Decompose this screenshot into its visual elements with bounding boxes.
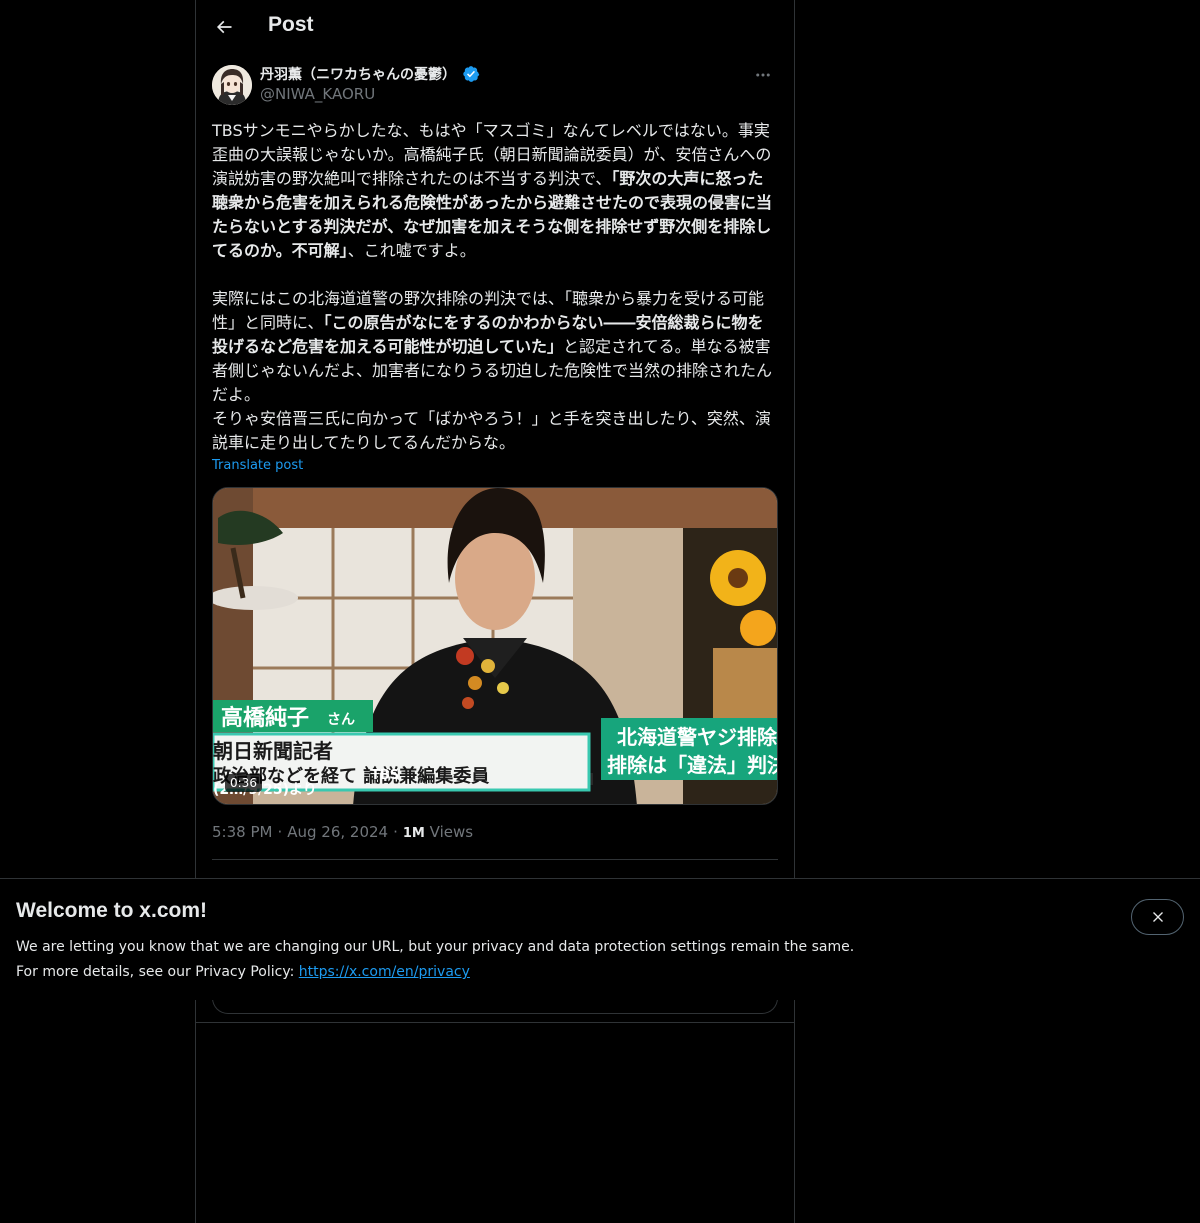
- banner-body: We are letting you know that we are chan…: [16, 935, 854, 985]
- video-caption-name: 高橋純子: [221, 705, 309, 731]
- more-options-button[interactable]: [748, 64, 778, 86]
- meta-separator: ·: [277, 823, 283, 841]
- author-name-text: 丹羽薫（ニワカちゃんの憂鬱）: [260, 67, 456, 83]
- page-title: Post: [268, 13, 314, 36]
- post-date[interactable]: Aug 26, 2024: [287, 823, 388, 841]
- author-display-name[interactable]: 丹羽薫（ニワカちゃんの憂鬱）: [260, 64, 480, 84]
- views-count: 1M: [402, 826, 425, 841]
- banner-line2-prefix: For more details, see our Privacy Policy…: [16, 964, 299, 980]
- author-handle[interactable]: @NIWA_KAORU: [260, 85, 375, 103]
- video-duration: 0:36: [225, 774, 262, 792]
- post-time[interactable]: 5:38 PM: [212, 823, 272, 841]
- meta-separator: ·: [393, 823, 398, 841]
- divider: [212, 859, 778, 860]
- post-meta: 5:38 PM · Aug 26, 2024 · 1M Views: [212, 823, 473, 841]
- post-author: 丹羽薫（ニワカちゃんの憂鬱） @NIWA_KAORU: [212, 64, 778, 108]
- video-headline-line2: 排除は「違法」判決か: [607, 753, 778, 777]
- url-change-banner: Welcome to x.com! We are letting you kno…: [0, 878, 1200, 1000]
- video-caption-title: 朝日新聞記者: [213, 739, 333, 763]
- video-caption-source: TBS: [371, 768, 399, 783]
- banner-line1: We are letting you know that we are chan…: [16, 939, 855, 955]
- banner-title: Welcome to x.com!: [16, 899, 207, 922]
- views-label: Views: [429, 823, 474, 841]
- privacy-policy-link[interactable]: https://x.com/en/privacy: [299, 964, 470, 980]
- post-video[interactable]: 高橋純子 さん 朝日新聞記者 政治部などを経て 論説兼編集委員 北海道警ヤジ排除…: [212, 487, 778, 805]
- verified-badge-icon: [462, 65, 480, 83]
- post-text: TBSサンモニやらかしたな、もはや「マスゴミ」なんてレベルではない。事実歪曲の大…: [212, 119, 778, 455]
- more-horizontal-icon: [756, 73, 770, 77]
- primary-column: Post 丹羽薫（ニワカちゃんの憂鬱） @NIWA_KAORU TBSサンモニや…: [195, 0, 795, 1223]
- divider: [196, 1022, 794, 1023]
- video-headline-line1: 北海道警ヤジ排除: [617, 725, 778, 749]
- back-button[interactable]: [208, 11, 240, 43]
- close-icon: [1152, 912, 1163, 922]
- banner-line2: For more details, see our Privacy Policy…: [16, 960, 854, 985]
- close-banner-button[interactable]: [1131, 899, 1184, 935]
- avatar[interactable]: [212, 65, 252, 105]
- video-caption-honorific: さん: [327, 712, 355, 728]
- page-header: Post: [196, 0, 794, 54]
- translate-post-link[interactable]: Translate post: [212, 458, 303, 473]
- arrow-left-icon: [216, 20, 232, 34]
